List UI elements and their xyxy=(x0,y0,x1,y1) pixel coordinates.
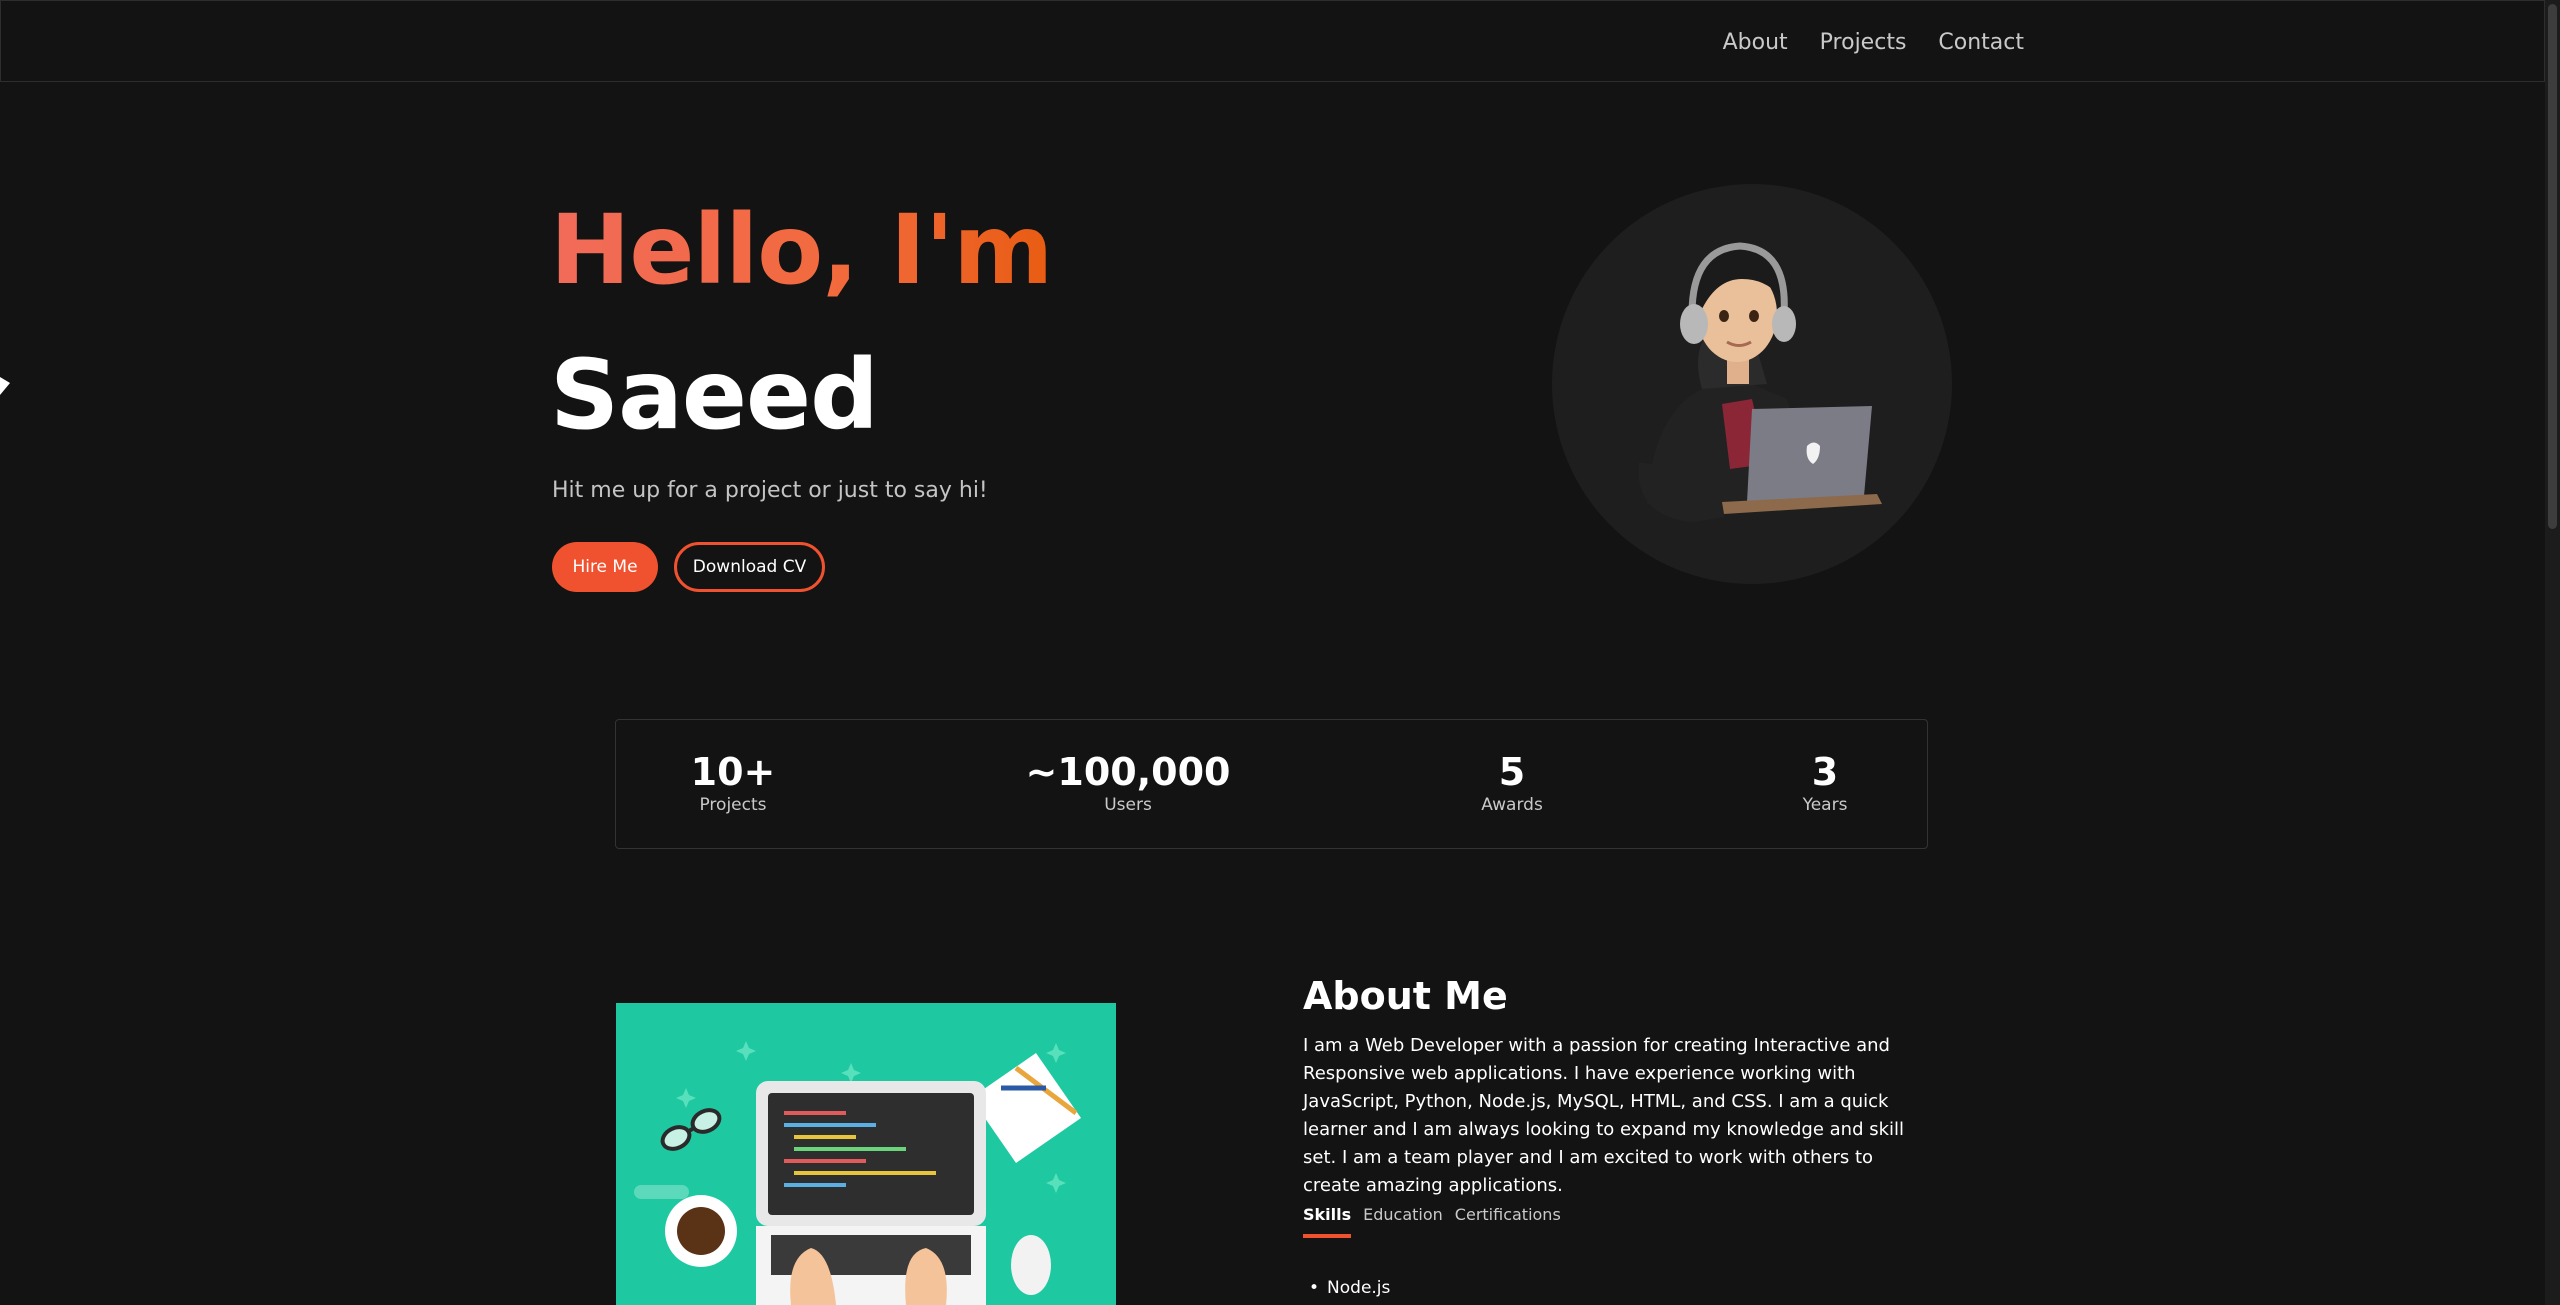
nav-link-projects[interactable]: Projects xyxy=(1820,30,1907,55)
hero-tagline: Hit me up for a project or just to say h… xyxy=(552,478,988,503)
skills-list: Node.js xyxy=(1311,1274,1390,1302)
stat-label: Users xyxy=(1104,795,1152,815)
stat-years: 3 Years xyxy=(1803,750,1848,816)
developer-avatar-icon xyxy=(1638,242,1882,523)
stat-label: Awards xyxy=(1481,795,1543,815)
hire-me-button[interactable]: Hire Me xyxy=(552,542,658,592)
scrollbar-thumb[interactable] xyxy=(2548,4,2557,529)
stat-projects: 10+ Projects xyxy=(691,750,776,816)
stat-value: 3 xyxy=(1811,750,1839,794)
stat-users: ~100,000 Users xyxy=(1026,750,1231,816)
about-tabs: Skills Education Certifications xyxy=(1303,1205,1561,1238)
navbar: About Projects Contact xyxy=(0,0,2545,82)
tab-education[interactable]: Education xyxy=(1363,1205,1443,1238)
scrollbar[interactable] xyxy=(2545,0,2560,1305)
stat-value: 10+ xyxy=(690,750,776,794)
stat-awards: 5 Awards xyxy=(1481,750,1543,816)
about-image xyxy=(616,1003,1116,1305)
download-cv-button[interactable]: Download CV xyxy=(674,542,825,592)
about-title: About Me xyxy=(1303,974,1508,1018)
tab-certifications[interactable]: Certifications xyxy=(1455,1205,1561,1238)
list-item: Node.js xyxy=(1311,1274,1390,1302)
nav-links: About Projects Contact xyxy=(1723,1,2024,83)
stats-panel: 10+ Projects ~100,000 Users 5 Awards 3 Y… xyxy=(615,719,1928,849)
stat-label: Projects xyxy=(699,795,767,815)
avatar xyxy=(1552,184,1952,584)
stat-value: 5 xyxy=(1498,750,1526,794)
nav-link-about[interactable]: About xyxy=(1723,30,1788,55)
hero-greeting: Hello, I'm xyxy=(550,190,1053,310)
tab-skills[interactable]: Skills xyxy=(1303,1205,1352,1238)
laptop-workspace-icon xyxy=(634,1041,1081,1305)
mouse-cursor-icon xyxy=(0,377,10,395)
hero-name: Saeed xyxy=(550,339,879,451)
about-description: I am a Web Developer with a passion for … xyxy=(1303,1035,1905,1196)
stat-value: ~100,000 xyxy=(1025,750,1231,794)
stat-label: Years xyxy=(1802,795,1848,815)
nav-link-contact[interactable]: Contact xyxy=(1938,30,2024,55)
